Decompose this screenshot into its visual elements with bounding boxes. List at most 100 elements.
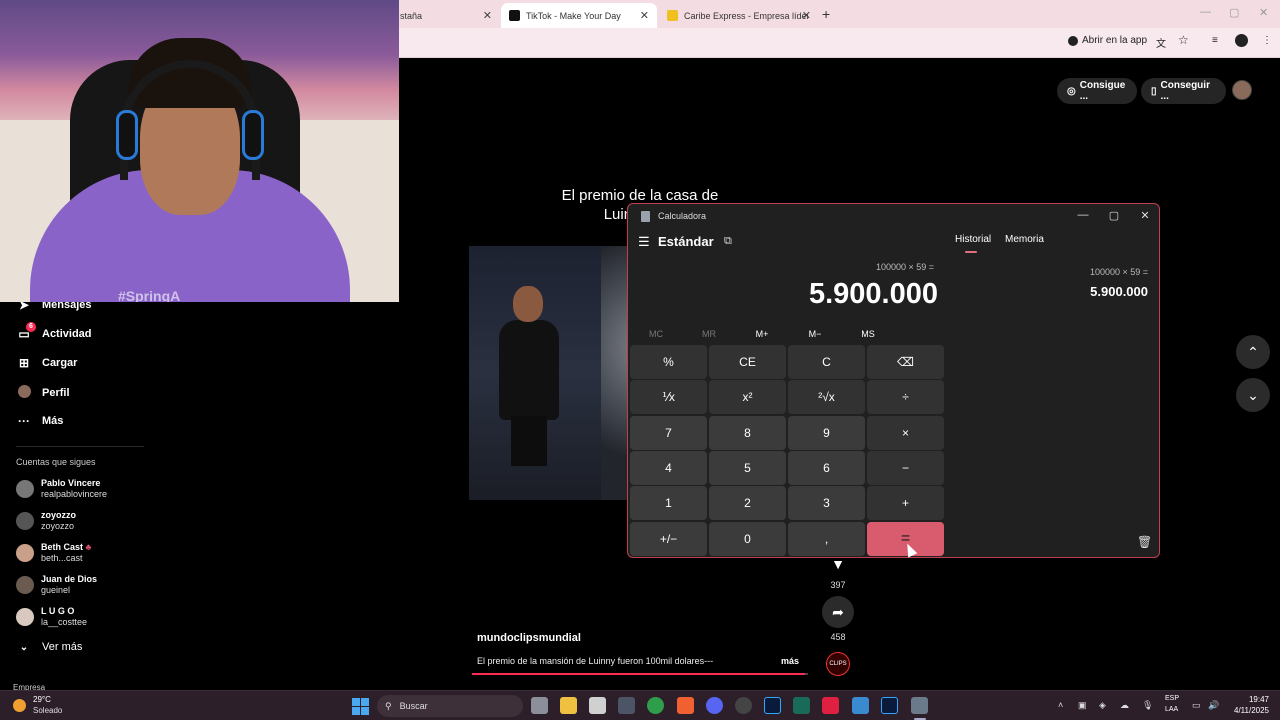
microphone-icon[interactable]: 🎙 [1142, 700, 1153, 711]
open-in-app-button[interactable]: Abrir en la app [1068, 35, 1147, 46]
backspace-icon[interactable]: ⌫ [867, 345, 944, 379]
notepad-icon[interactable] [852, 697, 869, 714]
menu-icon[interactable]: ⋮ [1262, 35, 1272, 46]
discord-icon[interactable] [706, 697, 723, 714]
history-expression[interactable]: 100000 × 59 = [1008, 267, 1148, 277]
music-disc-icon[interactable]: CLIPS [826, 652, 850, 676]
ms-button[interactable]: MS [843, 329, 893, 339]
digit-7-button[interactable]: 7 [630, 416, 707, 450]
network-icon[interactable]: ▭ [1192, 700, 1201, 711]
chevron-up-icon[interactable]: ˄ [1058, 700, 1063, 710]
video-progress[interactable] [472, 673, 808, 675]
chrome-icon[interactable] [647, 697, 664, 714]
brave-icon[interactable] [677, 697, 694, 714]
clock-time[interactable]: 19:47 [1225, 695, 1269, 704]
digit-1-button[interactable]: 1 [630, 486, 707, 520]
close-icon[interactable]: ✕ [802, 9, 811, 22]
nav-item-upload[interactable]: ⊞ Cargar [16, 356, 78, 370]
nav-item-activity[interactable]: ▭ 6 Actividad [16, 322, 92, 341]
close-icon[interactable]: ✕ [640, 9, 649, 22]
clock-date[interactable]: 4/11/2025 [1220, 706, 1269, 715]
multiply-button[interactable]: × [867, 416, 944, 450]
subtract-button[interactable]: − [867, 451, 944, 485]
store-icon[interactable] [589, 697, 606, 714]
tab-memory[interactable]: Memoria [1005, 234, 1044, 245]
maximize-icon[interactable]: ▢ [1104, 209, 1124, 222]
browser-tab-1[interactable]: staña ✕ [392, 3, 500, 28]
get-app-button[interactable]: ▯ Conseguir ... [1141, 78, 1226, 104]
reciprocal-button[interactable]: ⅟x [630, 380, 707, 414]
add-button[interactable]: + [867, 486, 944, 520]
cloud-icon[interactable]: ☁ [1120, 700, 1129, 711]
browser-tab-caribe[interactable]: Caribe Express - Empresa líder ✕ [659, 3, 819, 28]
divide-button[interactable]: ÷ [867, 380, 944, 414]
digit-9-button[interactable]: 9 [788, 416, 865, 450]
xbox-icon[interactable] [735, 697, 752, 714]
digit-4-button[interactable]: 4 [630, 451, 707, 485]
maximize-icon[interactable]: ▢ [1229, 6, 1239, 19]
photoshop-icon[interactable] [764, 697, 781, 714]
nav-item-profile[interactable]: Perfil [16, 385, 70, 401]
negate-button[interactable]: +/− [630, 522, 707, 556]
hamburger-icon[interactable]: ☰ [638, 234, 650, 250]
close-icon[interactable]: ✕ [1135, 209, 1155, 222]
browser-tab-tiktok[interactable]: TikTok - Make Your Day ✕ [501, 3, 657, 28]
minimize-icon[interactable]: — [1200, 6, 1211, 18]
star-icon[interactable]: ☆ [1178, 33, 1189, 47]
volume-icon[interactable]: 🔊 [1208, 700, 1219, 711]
minimize-icon[interactable]: — [1073, 209, 1093, 221]
profile-icon[interactable] [1235, 34, 1248, 47]
get-coins-button[interactable]: ◎ Consigue ... [1057, 78, 1137, 104]
file-explorer-icon[interactable] [560, 697, 577, 714]
windows-start-icon[interactable] [352, 698, 369, 715]
following-item[interactable]: Beth Cast ♣ beth...cast [16, 542, 91, 564]
m-plus-button[interactable]: M+ [737, 329, 787, 339]
new-tab-icon[interactable]: + [822, 6, 830, 22]
clear-entry-button[interactable]: CE [709, 345, 786, 379]
following-item[interactable]: Juan de Dios gueinel [16, 574, 97, 596]
square-button[interactable]: x² [709, 380, 786, 414]
history-result[interactable]: 5.900.000 [1008, 284, 1148, 299]
input-language[interactable]: ESP [1165, 695, 1179, 702]
digit-6-button[interactable]: 6 [788, 451, 865, 485]
wps-icon[interactable] [822, 697, 839, 714]
following-item[interactable]: L U G Ola__costtee [16, 606, 87, 628]
tray-icon[interactable]: ◈ [1099, 700, 1106, 711]
input-layout[interactable]: LAA [1165, 706, 1178, 713]
following-item[interactable]: Pablo Vincere realpablovincere [16, 478, 107, 500]
taskbar-search[interactable]: ⚲ Buscar [377, 695, 523, 717]
app-icon-2[interactable] [793, 697, 810, 714]
digit-0-button[interactable]: 0 [709, 522, 786, 556]
translate-icon[interactable]: 文 [1156, 35, 1166, 50]
percent-button[interactable]: % [630, 345, 707, 379]
video-author[interactable]: mundoclipsmundial [477, 632, 581, 644]
close-icon[interactable]: ✕ [483, 9, 492, 22]
digit-8-button[interactable]: 8 [709, 416, 786, 450]
next-video-button[interactable]: ⌄ [1236, 378, 1270, 412]
clear-button[interactable]: C [788, 345, 865, 379]
trash-icon[interactable]: 🗑 [1137, 535, 1152, 549]
photoshop-icon-2[interactable] [881, 697, 898, 714]
weather-temp[interactable]: 29°C [33, 695, 51, 704]
m-minus-button[interactable]: M− [790, 329, 840, 339]
sqrt-button[interactable]: ²√x [788, 380, 865, 414]
video-player[interactable] [469, 246, 627, 500]
media-icon[interactable]: ≡ [1212, 35, 1218, 46]
digit-2-button[interactable]: 2 [709, 486, 786, 520]
avatar[interactable] [1232, 80, 1252, 100]
close-window-icon[interactable]: ✕ [1259, 6, 1268, 19]
digit-5-button[interactable]: 5 [709, 451, 786, 485]
digit-3-button[interactable]: 3 [788, 486, 865, 520]
following-item[interactable]: zoyozzo zoyozzo [16, 510, 76, 532]
decimal-button[interactable]: , [788, 522, 865, 556]
sun-icon[interactable] [13, 699, 26, 712]
nav-item-more[interactable]: ··· Más [16, 414, 63, 428]
weather-condition[interactable]: Soleado [33, 706, 62, 715]
keep-on-top-icon[interactable]: ⧉ [724, 235, 732, 248]
tab-history[interactable]: Historial [955, 234, 991, 245]
see-more-button[interactable]: ⌄ Ver más [16, 641, 83, 653]
tray-icon[interactable]: ▣ [1078, 700, 1087, 711]
task-view-icon[interactable] [531, 697, 548, 714]
calculator-icon[interactable] [911, 697, 928, 714]
share-icon[interactable]: ➦ [822, 596, 854, 628]
